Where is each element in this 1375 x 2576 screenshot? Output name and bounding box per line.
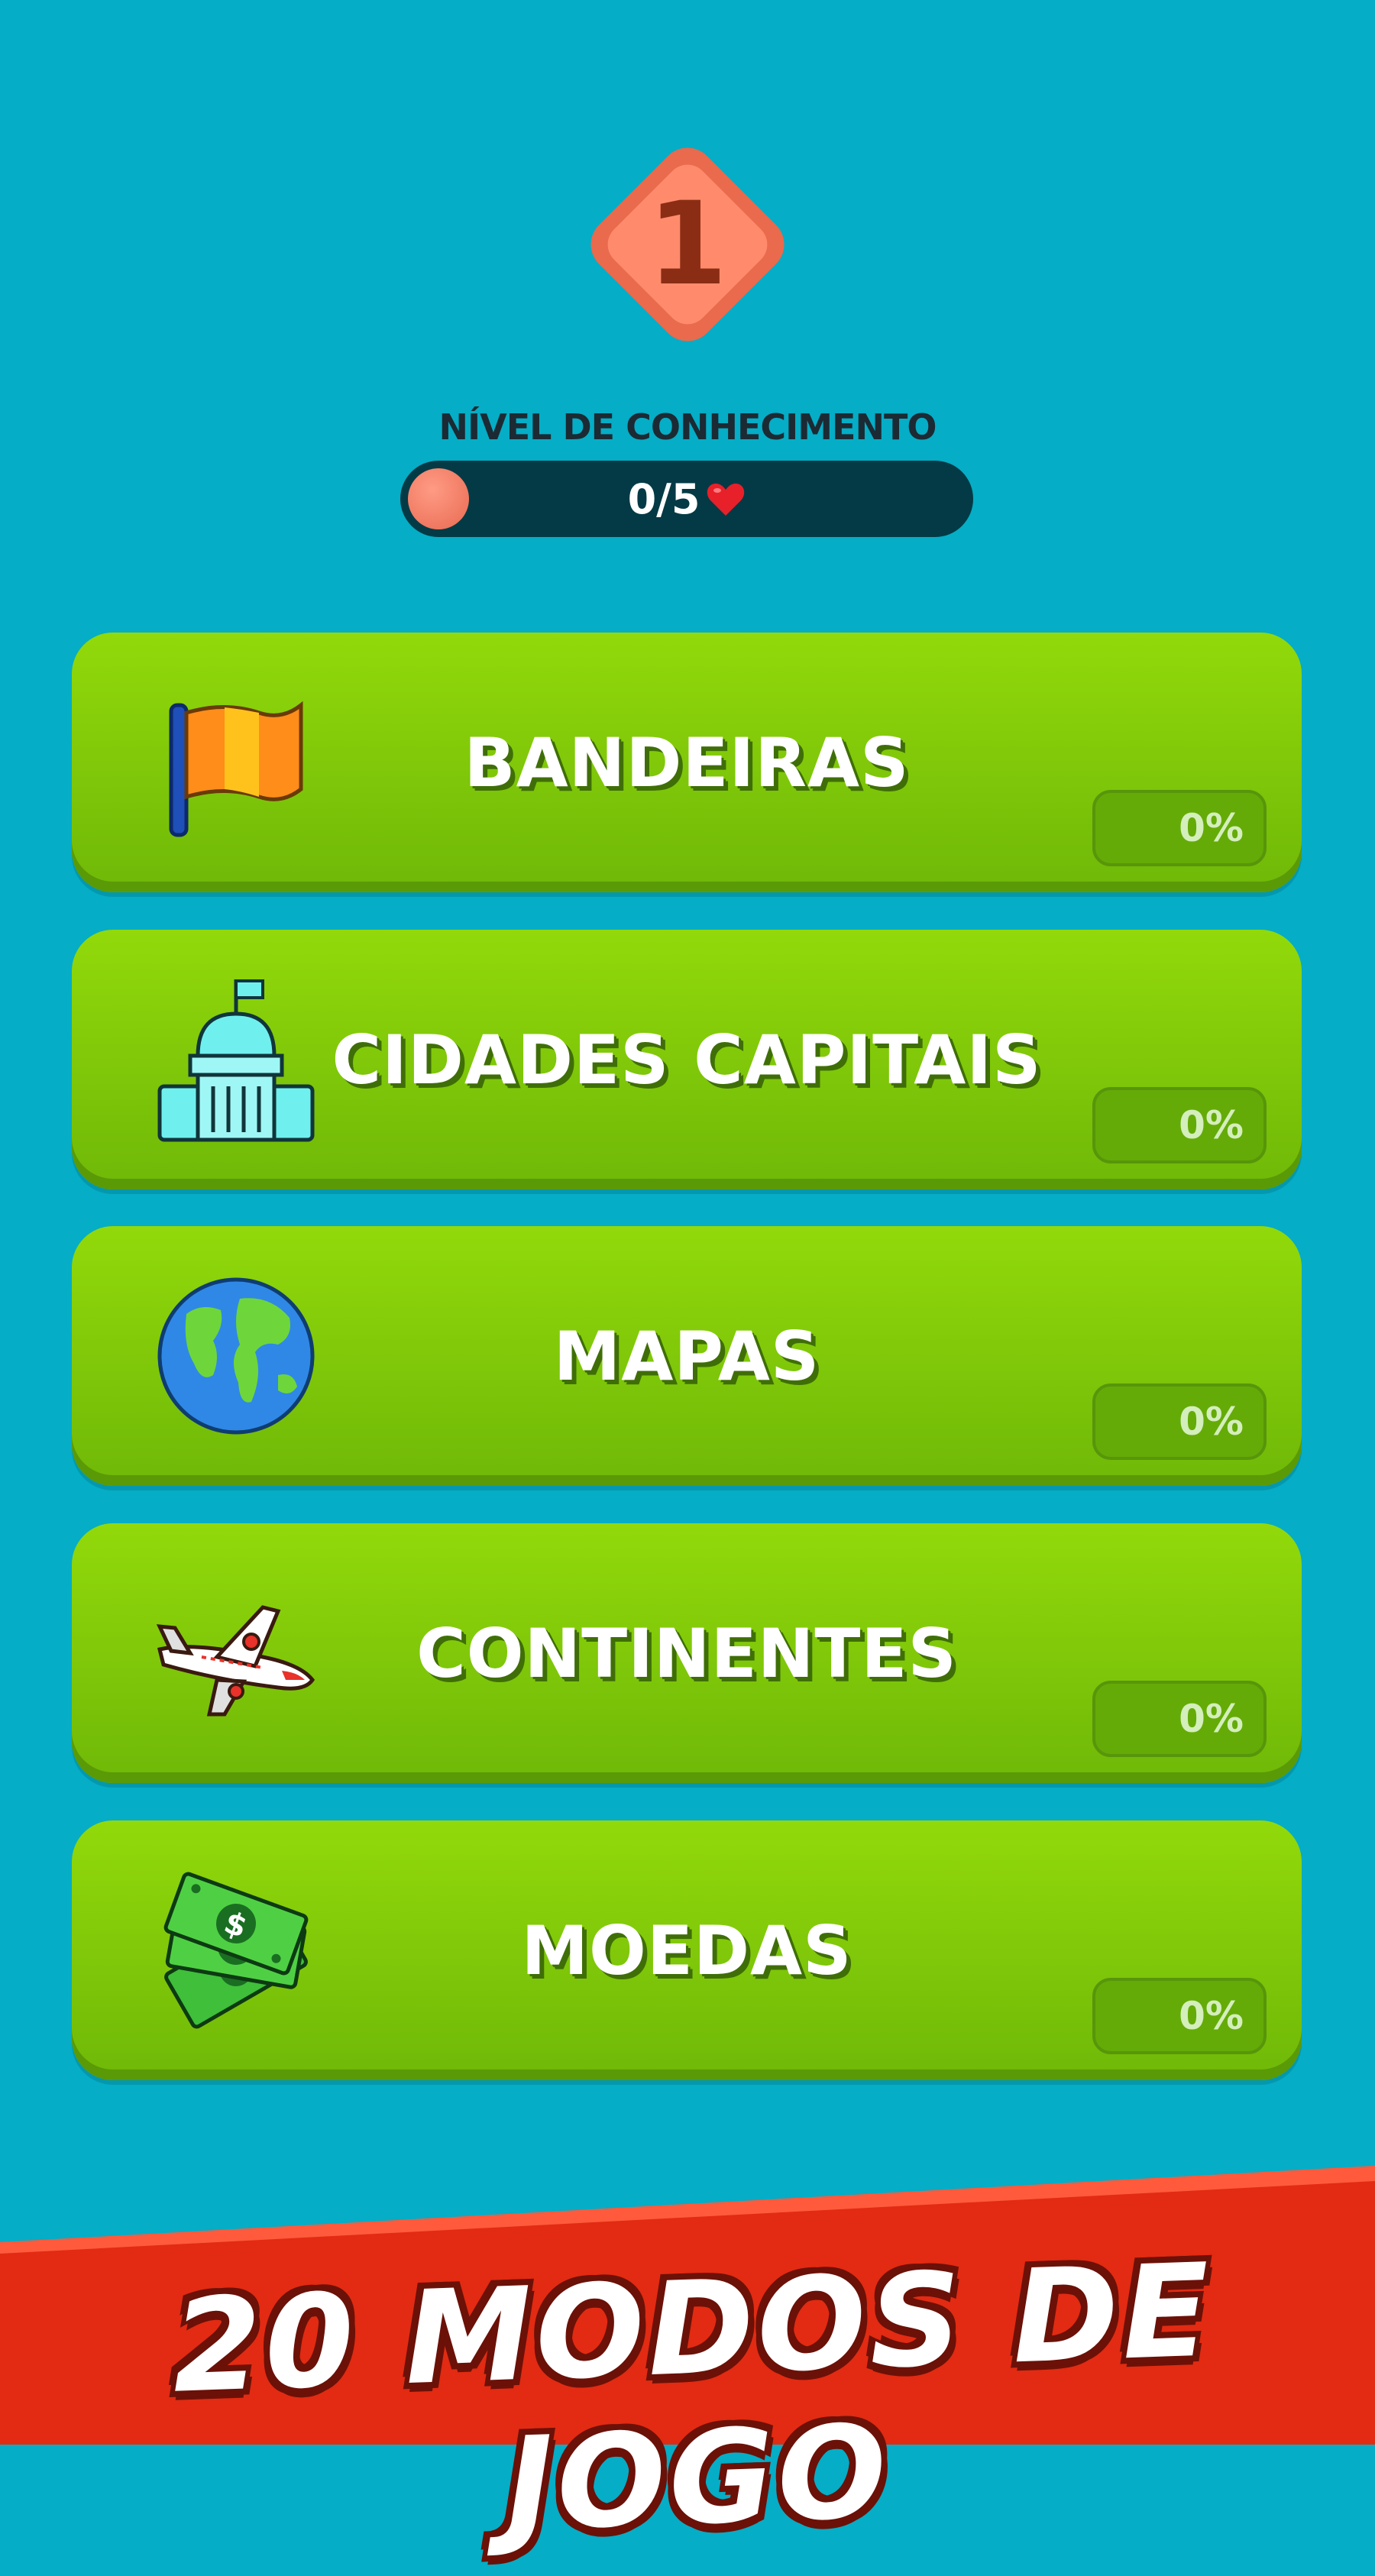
mode-card-continentes[interactable]: CONTINENTES 0% (72, 1523, 1302, 1783)
heart-icon (707, 484, 745, 516)
knowledge-level-label: NÍVEL DE CONHECIMENTO (438, 406, 937, 448)
mode-percent: 0% (1092, 1087, 1267, 1163)
mode-percent: 0% (1092, 790, 1267, 866)
level-number: 1 (647, 178, 728, 311)
mode-card-cidades-capitais[interactable]: CIDADES CAPITAIS 0% (72, 930, 1302, 1189)
knowledge-progress-bar: 0/5 (400, 461, 973, 537)
mode-percent: 0% (1092, 1978, 1267, 2054)
level-badge: 1 (565, 122, 810, 367)
mode-percent: 0% (1092, 1383, 1267, 1460)
mode-card-moedas[interactable]: $ MOEDAS 0% (72, 1820, 1302, 2080)
mode-percent: 0% (1092, 1681, 1267, 1757)
mode-card-mapas[interactable]: MAPAS 0% (72, 1226, 1302, 1486)
banner-text: 20 MODOS DE JOGO (170, 2235, 1215, 2560)
mode-card-bandeiras[interactable]: BANDEIRAS 0% (72, 633, 1302, 892)
progress-text: 0/5 (627, 474, 700, 523)
progress-readout: 0/5 (400, 461, 973, 537)
